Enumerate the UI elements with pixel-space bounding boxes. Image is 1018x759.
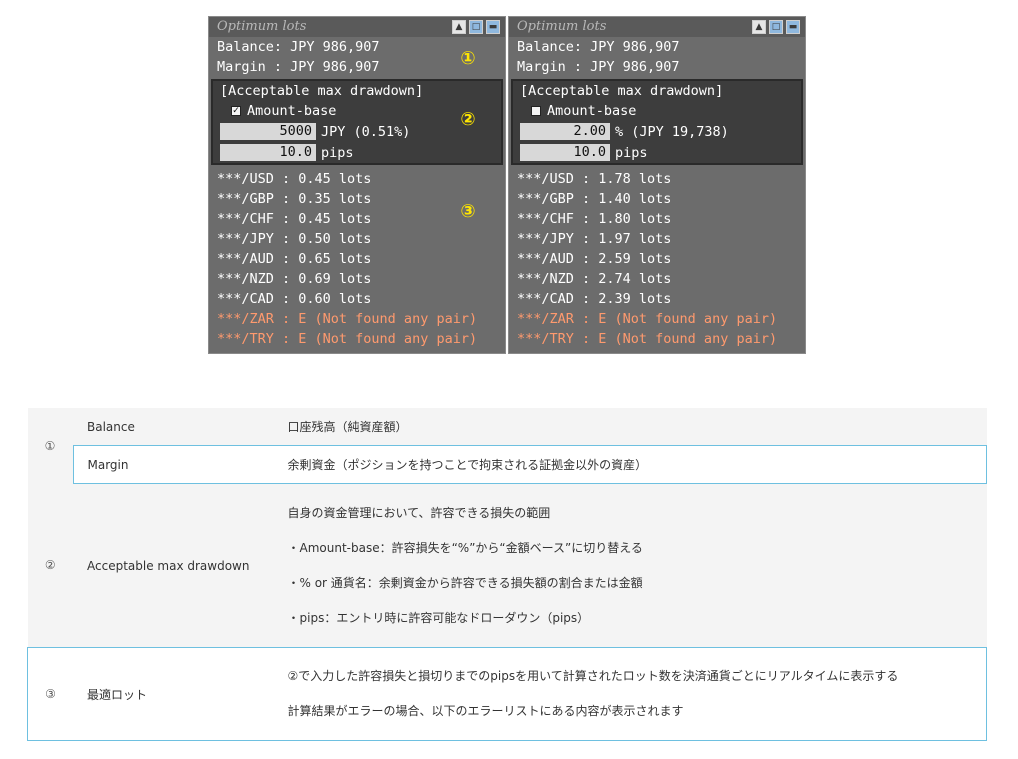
row-number: ① [27,408,73,484]
description-line: ・% or 通貨名：余剰資金から許容できる損失額の割合または金額 [287,575,643,590]
scroll-up-icon[interactable]: ▲ [452,20,466,34]
table-row: ① Balance 口座残高（純資産額） [27,408,987,484]
badge-2: ② [460,109,476,130]
lots-list: ***/USD : 0.45 lots ***/GBP : 0.35 lots … [209,167,505,349]
table-row: ② Acceptable max drawdown 自身の資金管理において、許容… [27,483,987,648]
percent-unit: % (JPY 19,738) [615,123,729,140]
margin-text: Margin : JPY 986,907 [517,59,680,75]
pips-input[interactable]: 10.0 [220,144,316,161]
optimum-lots-panel-left: Optimum lots ▲ □ ▬ Balance: JPY 986,907 … [208,16,506,354]
lot-error-row: ***/ZAR : E (Not found any pair) [517,311,778,327]
pips-unit: pips [615,144,648,161]
lot-row: ***/NZD : 2.74 lots [517,271,672,287]
item-name: 最適ロット [73,647,288,741]
drawdown-header: [Acceptable max drawdown] [220,83,424,99]
percent-input[interactable]: 2.00 [520,123,610,140]
minimize-icon[interactable]: ▬ [786,20,800,34]
description-line: ・pips：エントリ時に許容可能なドローダウン（pips） [287,610,590,625]
lot-row: ***/GBP : 1.40 lots [517,191,672,207]
item-name: Balance [87,419,135,434]
badge-1: ① [460,48,476,69]
pips-input[interactable]: 10.0 [520,144,610,161]
lot-row: ***/JPY : 0.50 lots [217,231,372,247]
amount-unit: JPY (0.51%) [321,123,411,140]
optimum-lots-panel-right: Optimum lots ▲ □ ▬ Balance: JPY 986,907 … [508,16,806,354]
lot-row: ***/AUD : 2.59 lots [517,251,672,267]
description-line: ②で入力した許容損失と損切りまでのpipsを用いて計算されたロット数を決済通貨ご… [287,669,899,683]
item-name: Acceptable max drawdown [87,558,250,573]
item-description: 自身の資金管理において、許容できる損失の範囲 ・Amount-base：許容損失… [288,484,987,648]
amount-base-checkbox[interactable] [531,106,541,116]
description-line: 自身の資金管理において、許容できる損失の範囲 [287,505,551,520]
amount-input[interactable]: 5000 [220,123,316,140]
lot-row: ***/CAD : 2.39 lots [517,291,672,307]
description-table: ① Balance 口座残高（純資産額） Margin 余剰資金（ポジションを持… [27,408,987,741]
pips-unit: pips [321,144,354,161]
item-name: Margin [72,445,288,484]
description-line: 計算結果がエラーの場合、以下のエラーリストにある内容が表示されます [287,704,684,718]
item-description: 余剰資金（ポジションを持つことで拘束される証拠金以外の資産） [287,445,987,484]
lot-row: ***/JPY : 1.97 lots [517,231,672,247]
panel-title: Optimum lots [517,19,607,34]
lot-error-row: ***/ZAR : E (Not found any pair) [217,311,478,327]
badge-3: ③ [460,201,476,222]
row-number: ② [44,558,56,573]
item-description: ②で入力した許容損失と損切りまでのpipsを用いて計算されたロット数を決済通貨ご… [287,647,987,741]
drawdown-section: [Acceptable max drawdown] Amount-base 2.… [511,79,803,165]
row-number: ③ [27,647,73,741]
lot-row: ***/USD : 0.45 lots [217,171,372,187]
maximize-icon[interactable]: □ [469,20,483,34]
lot-row: ***/USD : 1.78 lots [517,171,672,187]
lot-row: ***/CHF : 1.80 lots [517,211,672,227]
lot-error-row: ***/TRY : E (Not found any pair) [517,331,778,347]
balance-text: Balance: JPY 986,907 [517,39,680,55]
amount-base-checkbox[interactable]: ✓ [231,106,241,116]
amount-base-label: Amount-base [247,103,337,119]
minimize-icon[interactable]: ▬ [486,20,500,34]
lot-error-row: ***/TRY : E (Not found any pair) [217,331,478,347]
table-row: Margin 余剰資金（ポジションを持つことで拘束される証拠金以外の資産） [27,445,987,484]
lot-row: ***/AUD : 0.65 lots [217,251,372,267]
lot-row: ***/CAD : 0.60 lots [217,291,372,307]
amount-base-row[interactable]: Amount-base [513,101,801,121]
lots-list: ***/USD : 1.78 lots ***/GBP : 1.40 lots … [509,167,805,349]
maximize-icon[interactable]: □ [769,20,783,34]
scroll-up-icon[interactable]: ▲ [752,20,766,34]
panel-title: Optimum lots [217,19,307,34]
amount-base-label: Amount-base [547,103,637,119]
item-description: 口座残高（純資産額） [287,420,408,434]
lot-row: ***/NZD : 0.69 lots [217,271,372,287]
drawdown-header: [Acceptable max drawdown] [520,83,724,99]
panel-titlebar[interactable]: Optimum lots ▲ □ ▬ [509,17,805,37]
panel-titlebar[interactable]: Optimum lots ▲ □ ▬ [209,17,505,37]
description-line: ・Amount-base：許容損失を“%”から“金額ベース”に切り替える [287,540,643,555]
table-row: ③ 最適ロット ②で入力した許容損失と損切りまでのpipsを用いて計算されたロッ… [27,647,987,741]
